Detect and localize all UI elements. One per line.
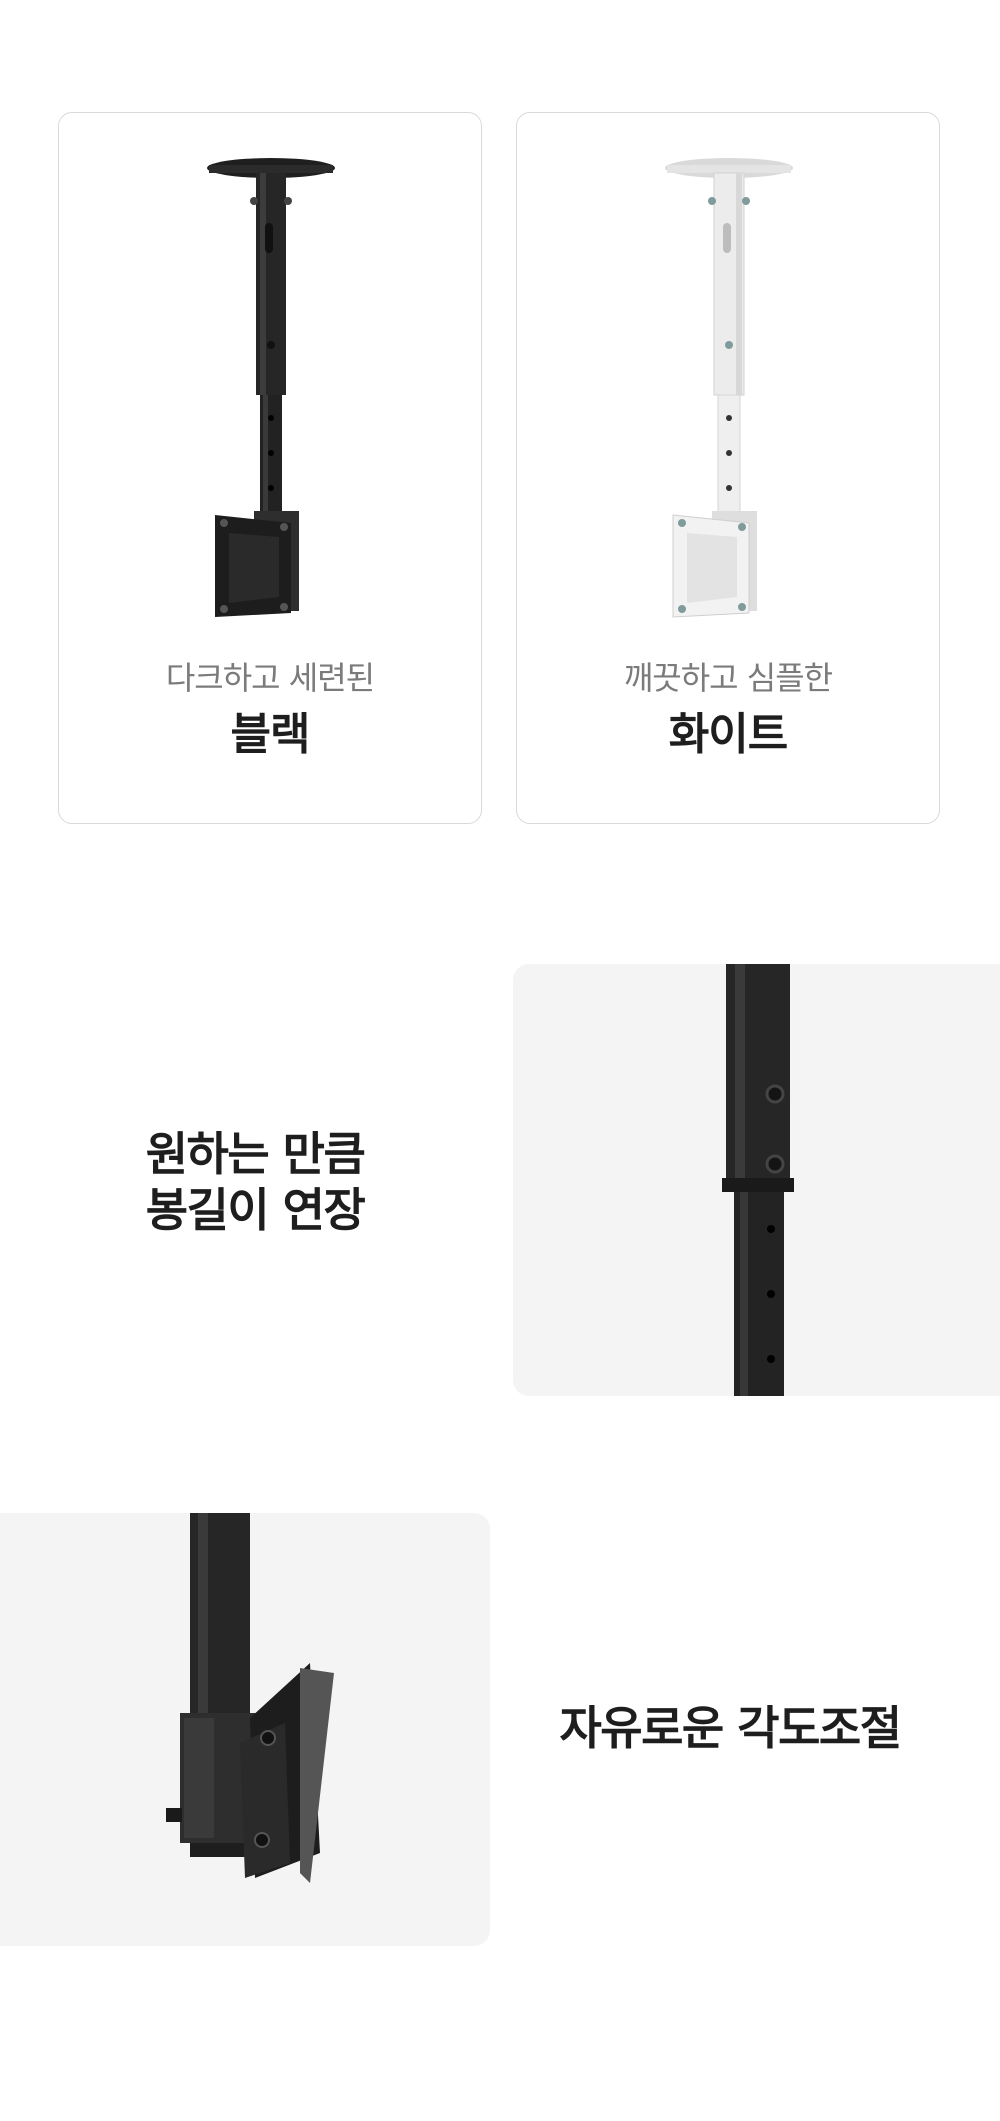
feature-heading-extension: 원하는 만큼 봉길이 연장: [100, 1126, 410, 1238]
variant-card-black: 다크하고 세련된 블랙: [58, 112, 482, 824]
black-ceiling-mount-image: [207, 158, 335, 617]
variant-subtitle: 다크하고 세련된: [165, 659, 375, 697]
variant-title: 블랙: [230, 709, 311, 760]
tilt-bracket-closeup-image: [0, 1513, 490, 1946]
extendable-pole-closeup-image: [513, 964, 1000, 1396]
variant-card-white: 깨끗하고 심플한 화이트: [516, 112, 940, 824]
feature-line: 봉길이 연장: [145, 1183, 366, 1237]
white-ceiling-mount-image: [665, 158, 793, 618]
feature-line: 원하는 만큼: [145, 1127, 366, 1181]
variant-title: 화이트: [668, 709, 788, 760]
feature-heading-angle: 자유로운 각도조절: [540, 1700, 920, 1756]
variant-subtitle: 깨끗하고 심플한: [623, 659, 833, 697]
feature-line: 자유로운 각도조절: [559, 1701, 902, 1755]
